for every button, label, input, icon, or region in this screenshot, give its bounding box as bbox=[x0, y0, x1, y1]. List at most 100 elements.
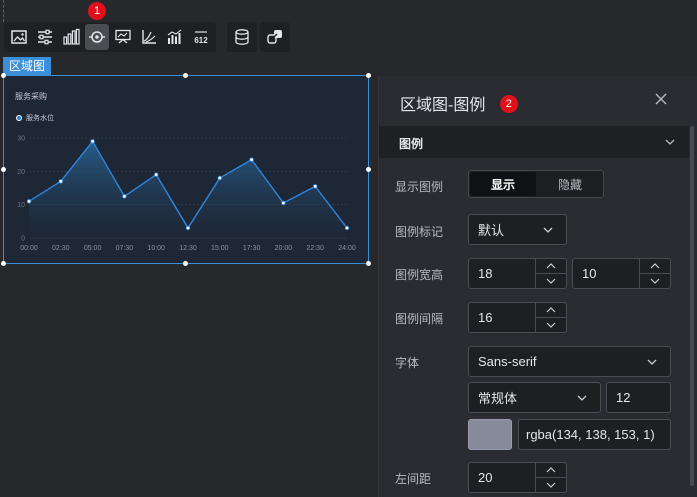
y-tick-label: 20 bbox=[17, 169, 25, 176]
toolbar: 1 612 bbox=[4, 2, 290, 52]
legend-width-decrement[interactable] bbox=[536, 274, 566, 288]
chat-chart-button[interactable] bbox=[111, 24, 135, 50]
legend-marker-label: 图例标记 bbox=[395, 225, 444, 239]
left-margin-input[interactable]: 20 bbox=[468, 462, 567, 493]
resize-handle-t[interactable] bbox=[183, 73, 188, 78]
x-tick-label: 05:00 bbox=[84, 245, 102, 252]
data-point bbox=[185, 225, 191, 231]
chart-type-group: 1 612 bbox=[4, 2, 216, 52]
panel-title: 区域图-图例 2 bbox=[400, 91, 518, 115]
database-icon bbox=[235, 29, 249, 45]
target-icon bbox=[89, 31, 105, 43]
area-bars-icon bbox=[167, 29, 182, 44]
area-chart-widget[interactable]: 服务采购 服务水位 0 10 20 30 00:00 02:30 05:00 07:30 10:… bbox=[3, 75, 369, 264]
legend-size-label: 图例宽高 bbox=[395, 268, 444, 282]
sliders-button[interactable] bbox=[33, 24, 57, 50]
panel-scrollbar[interactable] bbox=[690, 126, 694, 486]
chevron-down-icon bbox=[543, 227, 553, 233]
x-tick-label: 10:00 bbox=[147, 245, 165, 252]
font-style-select[interactable]: 常规体 bbox=[468, 382, 601, 413]
chevron-up-icon bbox=[546, 467, 556, 473]
toggle-hide[interactable]: 隐藏 bbox=[537, 171, 603, 197]
legend-gap-label: 图例间隔 bbox=[395, 312, 444, 326]
font-family-select[interactable]: Sans-serif bbox=[468, 346, 671, 377]
legend-height-decrement[interactable] bbox=[640, 274, 670, 288]
image-button[interactable] bbox=[7, 24, 31, 50]
legend-gap-increment[interactable] bbox=[536, 303, 566, 318]
close-icon[interactable] bbox=[654, 92, 668, 106]
data-point bbox=[281, 200, 286, 206]
image-icon bbox=[11, 30, 27, 44]
y-tick-label: 30 bbox=[17, 136, 25, 143]
number-icon: 612 bbox=[194, 31, 208, 45]
chevron-down-icon bbox=[546, 322, 556, 328]
font-size-input[interactable]: 12 bbox=[606, 382, 671, 413]
area-bars-button[interactable] bbox=[163, 24, 187, 50]
legend-marker-value: 默认 bbox=[478, 223, 505, 238]
x-tick-label: 07:30 bbox=[116, 245, 134, 252]
resize-handle-br[interactable] bbox=[366, 261, 371, 266]
legend-height-increment[interactable] bbox=[640, 259, 670, 274]
legend-gap-stepper bbox=[535, 303, 566, 332]
font-size-value: 12 bbox=[616, 390, 631, 405]
section-legend-header[interactable]: 图例 bbox=[379, 126, 689, 158]
chevron-down-icon bbox=[647, 359, 657, 365]
data-point bbox=[122, 194, 127, 199]
left-margin-increment[interactable] bbox=[536, 463, 566, 478]
x-tick-label: 12:30 bbox=[179, 245, 197, 252]
legend-gap-input[interactable]: 16 bbox=[468, 302, 567, 333]
bar-chart-icon bbox=[63, 28, 80, 45]
data-point bbox=[249, 157, 254, 162]
widget-tag[interactable]: 区域图 bbox=[3, 57, 52, 75]
font-color-swatch[interactable] bbox=[468, 419, 512, 450]
axis-chart-button[interactable] bbox=[137, 24, 161, 50]
resize-handle-tr[interactable] bbox=[366, 73, 371, 78]
data-point bbox=[58, 179, 63, 184]
chevron-down-icon bbox=[650, 278, 660, 284]
chat-chart-icon bbox=[115, 29, 131, 44]
resize-handle-l[interactable] bbox=[1, 167, 6, 172]
left-margin-decrement[interactable] bbox=[536, 478, 566, 492]
left-margin-label: 左间距 bbox=[395, 472, 432, 486]
x-tick-label: 02:30 bbox=[52, 245, 70, 252]
show-legend-toggle: 显示 隐藏 bbox=[468, 170, 604, 198]
legend-width-increment[interactable] bbox=[536, 259, 566, 274]
chevron-down-icon bbox=[577, 395, 587, 401]
legend-height-stepper bbox=[639, 259, 670, 288]
chevron-up-icon bbox=[546, 263, 556, 269]
resize-handle-r[interactable] bbox=[366, 167, 371, 172]
target-button[interactable]: 1 bbox=[85, 2, 109, 50]
resize-handle-tl[interactable] bbox=[1, 73, 6, 78]
y-tick-label: 10 bbox=[17, 202, 25, 209]
data-point bbox=[153, 172, 159, 177]
link-icon bbox=[267, 30, 282, 44]
x-tick-label: 00:00 bbox=[20, 245, 38, 252]
x-tick-label: 15:00 bbox=[211, 245, 229, 252]
sliders-icon bbox=[38, 29, 52, 45]
data-point bbox=[26, 199, 32, 204]
chevron-down-icon bbox=[665, 139, 675, 145]
legend-height-input[interactable]: 10 bbox=[572, 258, 671, 289]
font-color-input[interactable]: rgba(134, 138, 153, 1) bbox=[518, 419, 671, 450]
toggle-show[interactable]: 显示 bbox=[470, 172, 536, 196]
database-button[interactable] bbox=[227, 22, 257, 52]
link-button[interactable] bbox=[260, 22, 290, 52]
step-badge-1: 1 bbox=[88, 2, 106, 20]
left-margin-stepper bbox=[535, 463, 566, 492]
legend-gap-decrement[interactable] bbox=[536, 318, 566, 332]
legend-marker-select[interactable]: 默认 bbox=[468, 214, 567, 245]
resize-handle-bl[interactable] bbox=[1, 261, 6, 266]
data-point bbox=[217, 175, 222, 181]
font-color-value: rgba(134, 138, 153, 1) bbox=[526, 427, 655, 442]
area-chart: 0 10 20 30 00:00 02:30 05:00 07:30 10:00 12:30 15:… bbox=[17, 136, 356, 253]
bar-chart-button[interactable] bbox=[59, 24, 83, 50]
number-button[interactable]: 612 bbox=[189, 24, 213, 50]
resize-handle-b[interactable] bbox=[183, 261, 188, 266]
legend-width-input[interactable]: 18 bbox=[468, 258, 567, 289]
section-label: 图例 bbox=[399, 137, 424, 151]
data-point bbox=[344, 225, 350, 231]
y-tick-label: 0 bbox=[21, 236, 25, 243]
legend-width-stepper bbox=[535, 259, 566, 288]
chevron-down-icon bbox=[546, 482, 556, 488]
number-icon-text: 612 bbox=[194, 36, 208, 45]
